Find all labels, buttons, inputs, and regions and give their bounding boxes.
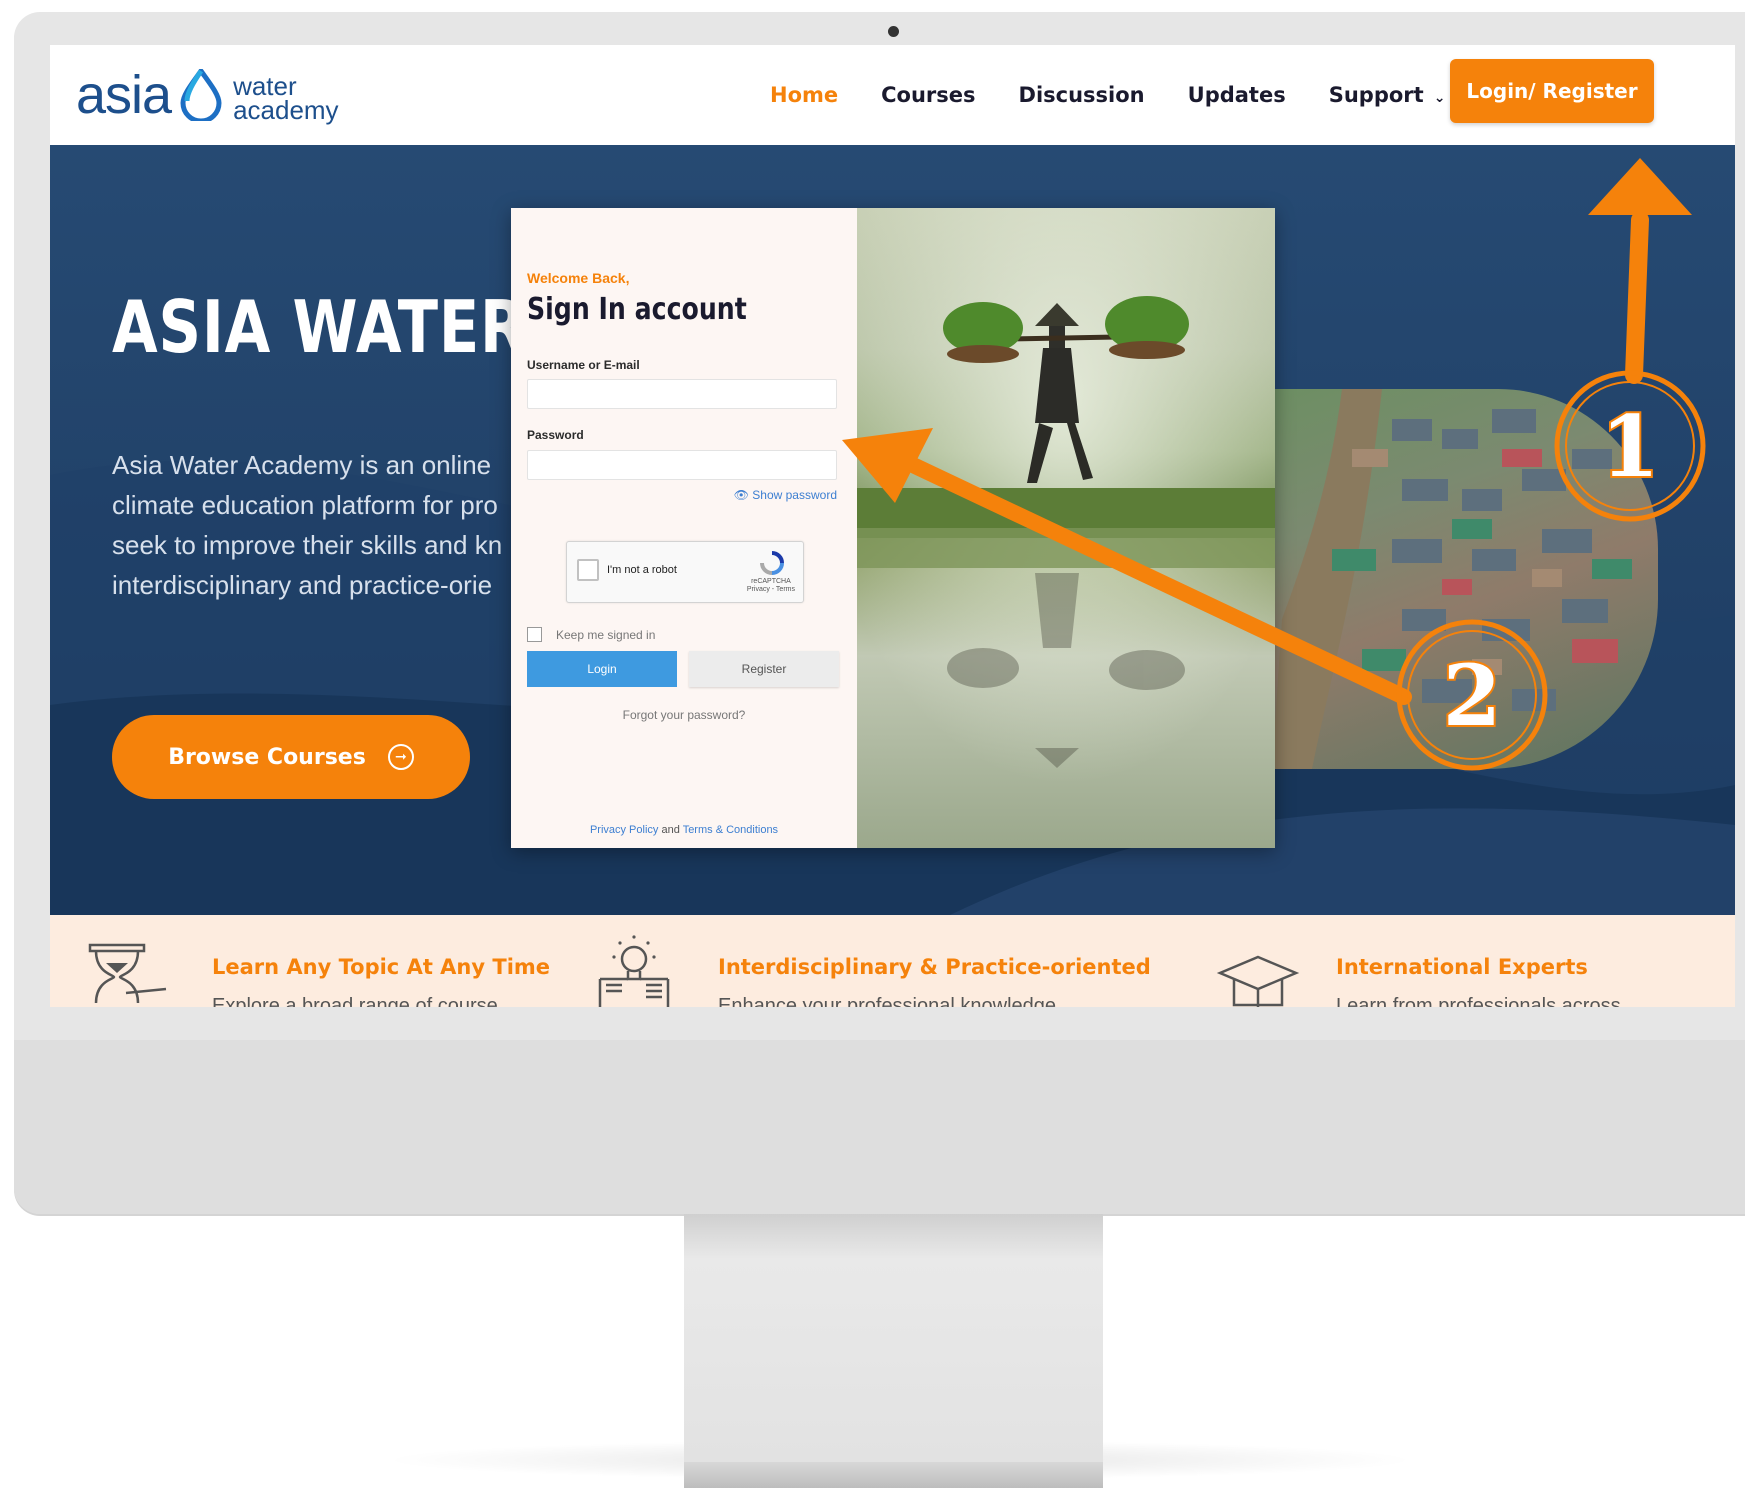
nav-link-courses[interactable]: Courses	[881, 83, 975, 107]
password-label: Password	[527, 428, 584, 442]
register-button[interactable]: Register	[689, 651, 839, 687]
recaptcha-brand-name: reCAPTCHA	[751, 578, 791, 585]
hero-description-line: interdisciplinary and practice-orie	[112, 570, 493, 600]
feature-description: Learn from professionals across	[1336, 995, 1621, 1007]
recaptcha-widget: I'm not a robot reCAPTCHA Privacy - Term…	[566, 541, 804, 603]
show-password-label: Show password	[752, 488, 837, 502]
site-logo[interactable]: asia water academy	[76, 55, 339, 135]
recaptcha-icon	[760, 551, 784, 575]
hourglass-icon	[88, 943, 167, 1004]
login-button[interactable]: Login	[527, 651, 677, 687]
username-input[interactable]	[527, 379, 837, 409]
nav-link-home[interactable]: Home	[770, 83, 838, 107]
feature-title: Interdisciplinary & Practice-oriented	[718, 955, 1151, 979]
sign-in-modal: Welcome Back, Sign In account Username o…	[511, 208, 1275, 848]
rice-farmer-drawing	[857, 208, 1275, 848]
browse-courses-button[interactable]: Browse Courses ➞	[112, 715, 470, 799]
village-photo-drawing	[1272, 389, 1632, 769]
feature-item: Interdisciplinary & Practice-oriented En…	[570, 915, 1151, 1007]
graduation-cap-icon	[1216, 955, 1300, 1007]
nav-link-support-label: Support	[1328, 83, 1424, 107]
arrow-circle-right-icon: ➞	[387, 744, 414, 770]
monitor-stand-foot	[684, 1462, 1103, 1488]
logo-words: water academy	[233, 73, 339, 125]
nav-links: Home Courses Discussion Updates Support ⌄	[770, 45, 1488, 145]
rice-farmer-photo	[857, 208, 1275, 848]
login-register-button[interactable]: Login/ Register	[1450, 59, 1654, 123]
nav-link-updates[interactable]: Updates	[1188, 83, 1286, 107]
hero-description: Asia Water Academy is an online climate …	[112, 445, 532, 605]
features-strip: Learn Any Topic At Any Time Explore a br…	[50, 915, 1735, 1007]
nav-link-discussion[interactable]: Discussion	[1019, 83, 1145, 107]
recaptcha-checkbox[interactable]	[577, 559, 599, 581]
password-input[interactable]	[527, 450, 837, 480]
welcome-text: Welcome Back,	[527, 270, 630, 286]
username-label: Username or E-mail	[527, 358, 640, 372]
nav-link-support[interactable]: Support ⌄	[1329, 83, 1446, 107]
water-drop-icon	[180, 69, 222, 121]
feature-description: Enhance your professional knowledge	[718, 995, 1056, 1007]
feature-title: International Experts	[1336, 955, 1588, 979]
keep-signed-in-checkbox[interactable]	[527, 627, 542, 642]
logo-asia-text: asia	[76, 65, 172, 125]
monitor-stand	[684, 1214, 1103, 1464]
feature-item: Learn Any Topic At Any Time Explore a br…	[50, 915, 570, 1007]
show-password-link[interactable]: 👁︎ Show password	[734, 488, 837, 502]
monitor-chin	[14, 1040, 1745, 1214]
navbar: asia water academy Home Courses Discussi…	[50, 45, 1735, 145]
hero-description-line: seek to improve their skills and kn	[112, 530, 503, 560]
eye-slash-icon: 👁︎	[733, 488, 749, 502]
feature-item: International Experts Learn from profess…	[1130, 915, 1735, 1007]
chevron-down-icon: ⌄	[1433, 90, 1446, 106]
policy-footer: Privacy Policy and Terms & Conditions	[511, 824, 857, 836]
screen: asia water academy Home Courses Discussi…	[50, 45, 1735, 1007]
logo-academy-text: academy	[233, 95, 339, 125]
recaptcha-brand: reCAPTCHA Privacy - Terms	[747, 578, 795, 594]
feature-description: Explore a broad range of course	[212, 995, 498, 1007]
sign-in-form: Welcome Back, Sign In account Username o…	[511, 208, 857, 848]
keep-signed-in-label: Keep me signed in	[556, 627, 656, 642]
recaptcha-label: I'm not a robot	[607, 564, 677, 576]
sign-in-title: Sign In account	[527, 292, 747, 327]
feature-title: Learn Any Topic At Any Time	[212, 955, 551, 979]
policy-and-text: and	[661, 824, 680, 836]
terms-conditions-link[interactable]: Terms & Conditions	[683, 824, 778, 836]
privacy-policy-link[interactable]: Privacy Policy	[590, 824, 658, 836]
browse-courses-label: Browse Courses	[168, 744, 366, 770]
hero-description-line: Asia Water Academy is an online	[112, 450, 492, 480]
floating-village-photo	[1272, 389, 1658, 769]
hero-description-line: climate education platform for pro	[112, 490, 498, 520]
keep-signed-in[interactable]: Keep me signed in	[527, 627, 655, 642]
camera-dot	[888, 26, 899, 37]
forgot-password-link[interactable]: Forgot your password?	[511, 708, 857, 722]
lightbulb-book-icon	[598, 935, 670, 1007]
recaptcha-privacy-terms[interactable]: Privacy - Terms	[747, 586, 795, 594]
